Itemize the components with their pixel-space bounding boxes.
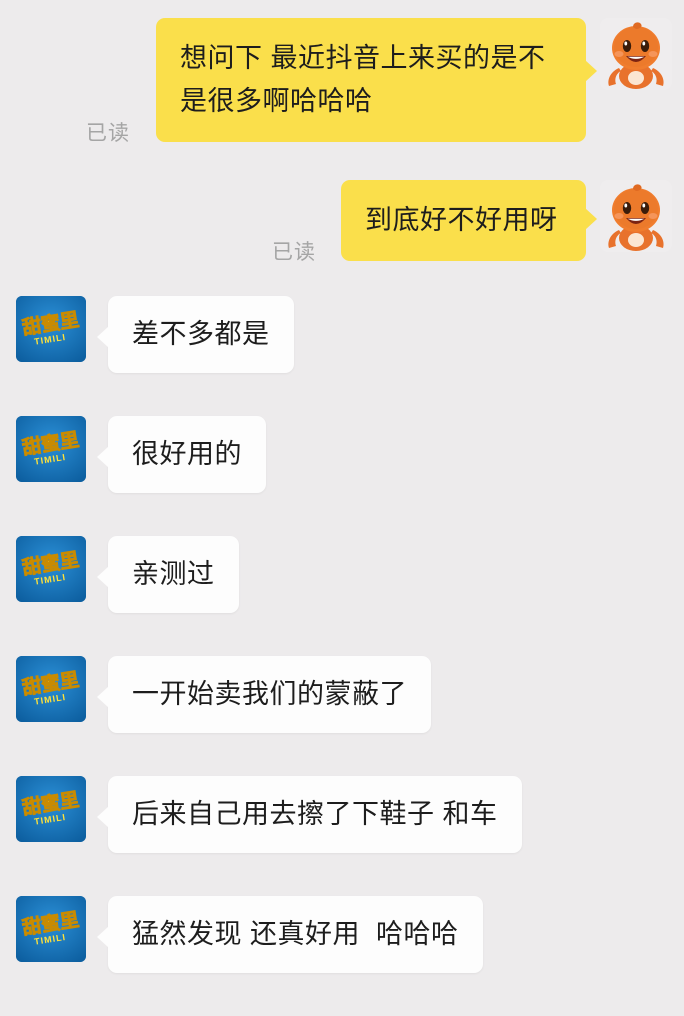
read-receipt-2: 已读 bbox=[272, 241, 316, 264]
timili-brand-avatar[interactable]: 甜蜜里 TIMILI bbox=[16, 536, 86, 602]
orange-character-avatar[interactable] bbox=[600, 18, 672, 90]
message-row-incoming-6: 甜蜜里 TIMILI 一开始卖我们的蒙蔽了 bbox=[0, 656, 684, 733]
message-bubble-5[interactable]: 亲测过 bbox=[97, 536, 239, 613]
message-bubble-3[interactable]: 差不多都是 bbox=[97, 296, 294, 373]
timili-brand-avatar[interactable]: 甜蜜里 TIMILI bbox=[16, 776, 86, 842]
message-row-incoming-5: 甜蜜里 TIMILI 亲测过 bbox=[0, 536, 684, 613]
message-row-outgoing-2: 已读 到底好不好用呀 bbox=[0, 180, 684, 264]
message-row-incoming-8: 甜蜜里 TIMILI 猛然发现 还真好用 哈哈哈 bbox=[0, 896, 684, 973]
message-bubble-2[interactable]: 到底好不好用呀 bbox=[341, 180, 597, 261]
timili-brand-avatar[interactable]: 甜蜜里 TIMILI bbox=[16, 296, 86, 362]
timili-brand-avatar[interactable]: 甜蜜里 TIMILI bbox=[16, 656, 86, 722]
message-bubble-6[interactable]: 一开始卖我们的蒙蔽了 bbox=[97, 656, 431, 733]
message-bubble-8[interactable]: 猛然发现 还真好用 哈哈哈 bbox=[97, 896, 483, 973]
timili-brand-avatar[interactable]: 甜蜜里 TIMILI bbox=[16, 416, 86, 482]
message-row-incoming-3: 甜蜜里 TIMILI 差不多都是 bbox=[0, 296, 684, 373]
chat-conversation: 已读 想问下 最近抖音上来买的是不 是很多啊哈哈哈 已读 到底好不好用呀 甜蜜里… bbox=[0, 0, 684, 1016]
message-bubble-1[interactable]: 想问下 最近抖音上来买的是不 是很多啊哈哈哈 bbox=[156, 18, 597, 142]
orange-character-avatar[interactable] bbox=[600, 180, 672, 252]
message-row-incoming-7: 甜蜜里 TIMILI 后来自己用去擦了下鞋子 和车 bbox=[0, 776, 684, 853]
timili-brand-avatar[interactable]: 甜蜜里 TIMILI bbox=[16, 896, 86, 962]
read-receipt-1: 已读 bbox=[86, 122, 130, 145]
message-row-incoming-4: 甜蜜里 TIMILI 很好用的 bbox=[0, 416, 684, 493]
message-row-outgoing-1: 已读 想问下 最近抖音上来买的是不 是很多啊哈哈哈 bbox=[0, 18, 684, 145]
message-bubble-4[interactable]: 很好用的 bbox=[97, 416, 266, 493]
message-bubble-7[interactable]: 后来自己用去擦了下鞋子 和车 bbox=[97, 776, 522, 853]
